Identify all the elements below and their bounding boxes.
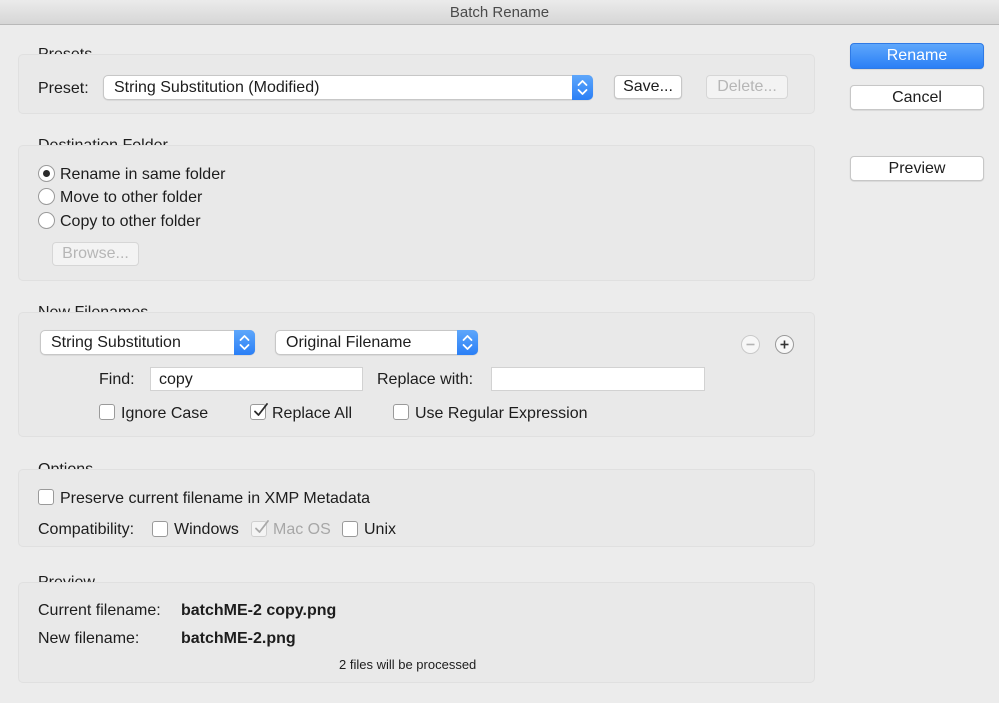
checkmark-icon [254, 403, 268, 416]
delete-preset-button[interactable]: Delete... [706, 75, 788, 99]
use-regex-label: Use Regular Expression [415, 405, 588, 422]
window-titlebar: Batch Rename [0, 0, 999, 25]
find-input[interactable]: copy [150, 367, 363, 391]
ignore-case-label: Ignore Case [121, 405, 209, 422]
method-dropdown[interactable]: String Substitution [40, 330, 255, 355]
preserve-xmp-checkbox[interactable] [38, 489, 54, 505]
preview-button[interactable]: Preview [850, 156, 984, 181]
radio-move-other-folder-label: Move to other folder [60, 189, 203, 206]
options-group [18, 469, 815, 547]
preset-label: Preset: [38, 80, 89, 97]
minus-icon [746, 343, 755, 346]
radio-rename-same-folder[interactable] [38, 165, 55, 182]
source-dropdown[interactable]: Original Filename [275, 330, 478, 355]
chevron-updown-icon [457, 330, 478, 355]
windows-checkbox[interactable] [152, 521, 168, 537]
find-label: Find: [99, 371, 135, 388]
replace-all-label: Replace All [272, 405, 353, 422]
macos-checkbox[interactable] [251, 520, 269, 537]
method-dropdown-value: String Substitution [51, 334, 181, 351]
radio-copy-other-folder[interactable] [38, 212, 55, 229]
unix-label: Unix [364, 521, 397, 538]
rename-button[interactable]: Rename [850, 43, 984, 69]
ignore-case-checkbox[interactable] [99, 404, 115, 420]
preserve-xmp-label: Preserve current filename in XMP Metadat… [60, 490, 371, 507]
unix-checkbox[interactable] [342, 521, 358, 537]
windows-label: Windows [174, 521, 239, 538]
browse-button[interactable]: Browse... [52, 242, 139, 266]
use-regex-checkbox[interactable] [393, 404, 409, 420]
plus-icon [780, 340, 789, 349]
preset-dropdown[interactable]: String Substitution (Modified) [103, 75, 593, 100]
chevron-updown-icon [234, 330, 255, 355]
source-dropdown-value: Original Filename [286, 334, 412, 351]
radio-move-other-folder[interactable] [38, 188, 55, 205]
replace-with-input[interactable] [491, 367, 705, 391]
new-filename-label: New filename: [38, 630, 140, 647]
macos-label: Mac OS [273, 521, 331, 538]
preset-dropdown-value: String Substitution (Modified) [114, 79, 320, 96]
window-title: Batch Rename [449, 4, 550, 21]
checkmark-icon [255, 520, 269, 533]
chevron-updown-icon [572, 75, 593, 100]
replace-all-checkbox[interactable] [250, 403, 268, 420]
new-filename-value: batchME-2.png [181, 630, 296, 647]
find-input-value: copy [159, 371, 193, 388]
current-filename-label: Current filename: [38, 602, 161, 619]
save-preset-button[interactable]: Save... [614, 75, 682, 99]
remove-rule-button[interactable] [741, 335, 760, 354]
files-processed-status: 2 files will be processed [339, 657, 477, 672]
add-rule-button[interactable] [775, 335, 794, 354]
replace-with-label: Replace with: [377, 371, 474, 388]
radio-copy-other-folder-label: Copy to other folder [60, 213, 201, 230]
current-filename-value: batchME-2 copy.png [181, 602, 337, 619]
radio-rename-same-folder-label: Rename in same folder [60, 166, 226, 183]
compatibility-label: Compatibility: [38, 521, 135, 538]
cancel-button[interactable]: Cancel [850, 85, 984, 110]
